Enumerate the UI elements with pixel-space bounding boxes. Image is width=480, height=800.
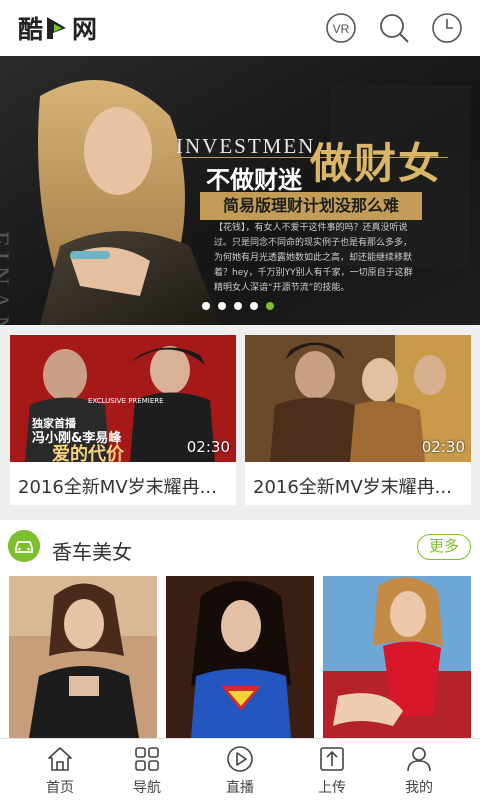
poster-text: EXCLUSIVE PREMIERE [88, 397, 164, 405]
banner-body-text: 【花钱】，有女人不爱干这件事的吗？还真没听说过。只是同念不同命的现实例子也是有那… [214, 223, 413, 293]
carousel-dot[interactable] [202, 302, 210, 310]
banner-subtitle: 简易版理财计划没那么难 [200, 192, 422, 220]
hero-banner[interactable]: FINANCE INVESTMEN 不做财迷 做财女 简易版理财计划没那么难 【… [0, 56, 480, 325]
video-title[interactable]: 2016全新MV岁末耀冉... [18, 473, 217, 499]
search-icon[interactable] [378, 12, 410, 44]
gallery-photo[interactable] [9, 576, 157, 738]
video-card[interactable]: 独家首播 EXCLUSIVE PREMIERE 冯小刚&李易峰 爱的代价 02:… [10, 335, 236, 505]
upload-icon [320, 747, 344, 771]
logo-text-wang: 网 [72, 15, 97, 44]
nav-item-upload[interactable]: 上传 [284, 743, 380, 800]
user-icon [407, 747, 431, 772]
nav-item-home[interactable]: 首页 [12, 743, 108, 800]
video-list: 独家首播 EXCLUSIVE PREMIERE 冯小刚&李易峰 爱的代价 02:… [0, 325, 480, 515]
logo-play-icon [47, 17, 67, 39]
video-title[interactable]: 2016全新MV岁末耀冉... [253, 473, 452, 499]
gallery-image [323, 576, 471, 738]
nav-label: 首页 [46, 780, 74, 796]
video-thumbnail: 02:30 [245, 335, 471, 462]
gallery-image [9, 576, 157, 738]
banner-vertical-text: FINANCE [0, 231, 14, 325]
carousel-dot-active[interactable] [266, 302, 274, 310]
bottom-navigation: 首页 导航 直播 上传 我的 [0, 738, 480, 800]
nav-item-live[interactable]: 直播 [192, 743, 288, 800]
nav-item-me[interactable]: 我的 [371, 743, 467, 800]
gallery-photo[interactable] [166, 576, 314, 738]
nav-label: 我的 [405, 780, 433, 796]
video-thumbnail: 独家首播 EXCLUSIVE PREMIERE 冯小刚&李易峰 爱的代价 02:… [10, 335, 236, 462]
nav-label: 导航 [133, 780, 161, 796]
gallery-image [166, 576, 314, 738]
app-logo[interactable]: 酷 网 [18, 12, 97, 44]
home-icon [48, 747, 72, 771]
carousel-dot[interactable] [250, 302, 258, 310]
grid-icon [135, 747, 159, 771]
carousel-dot[interactable] [218, 302, 226, 310]
video-duration: 02:30 [186, 438, 230, 456]
logo-text-ku: 酷 [18, 15, 43, 44]
poster-text: 独家首播 [31, 416, 77, 430]
video-card[interactable]: 02:30 2016全新MV岁末耀冉... [245, 335, 471, 505]
video-duration: 02:30 [421, 438, 465, 456]
nav-label: 直播 [226, 780, 254, 796]
car-icon [8, 530, 40, 562]
section-car-beauty: 香车美女 更多 [0, 520, 480, 738]
play-icon [227, 746, 253, 772]
carousel-dot[interactable] [234, 302, 242, 310]
more-button[interactable]: 更多 [417, 534, 471, 560]
section-title: 香车美女 [52, 540, 132, 564]
nav-item-navigation[interactable]: 导航 [99, 743, 195, 800]
vr-label: VR [333, 22, 350, 36]
history-clock-icon[interactable] [431, 12, 463, 44]
nav-label: 上传 [318, 780, 346, 796]
banner-slogan-big: 做财女 [310, 142, 443, 188]
carousel-indicator [202, 302, 274, 310]
banner-slogan-small: 不做财迷 [206, 166, 302, 194]
poster-text: 爱的代价 [52, 443, 125, 462]
gallery-photo[interactable] [323, 576, 471, 738]
banner-investmen-text: INVESTMEN [176, 134, 316, 158]
app-header: 酷 网 VR [0, 0, 480, 56]
vr-icon[interactable]: VR [325, 12, 357, 44]
